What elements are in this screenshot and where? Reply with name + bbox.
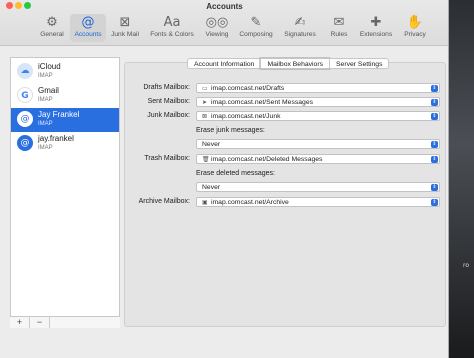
font-icon: Aa xyxy=(163,15,181,30)
toolbar: Accounts ⚙ General @ Accounts ⊠ Junk Mai… xyxy=(0,0,448,46)
document-icon: ▭ xyxy=(202,85,208,92)
glasses-icon: ◎◎ xyxy=(205,15,229,30)
trash-mailbox-row: Trash Mailbox: 🗑imap.comcast.net/Deleted… xyxy=(124,154,444,165)
account-type: IMAP xyxy=(38,97,53,103)
archive-mailbox-row: Archive Mailbox: ▣ imap.comcast.net/Archi… xyxy=(124,197,444,208)
compose-icon: ✎ xyxy=(250,15,262,30)
toolbar-label: Extensions xyxy=(359,31,393,38)
drafts-mailbox-label: Drafts Mailbox: xyxy=(143,84,190,91)
toolbar-composing[interactable]: ✎ Composing xyxy=(236,14,276,42)
select-value: imap.comcast.net/Archive xyxy=(211,199,289,206)
junk-tray-icon: ⊠ xyxy=(202,113,208,120)
account-name: jay.frankel xyxy=(38,134,74,143)
chevron-updown-icon: ⇕ xyxy=(431,113,438,120)
account-item-jay-frankel-2[interactable]: @ jay.frankel IMAP xyxy=(11,132,119,156)
archive-mailbox-label: Archive Mailbox: xyxy=(138,198,190,205)
toolbar-label: Privacy xyxy=(404,31,426,38)
at-icon: @ xyxy=(17,135,33,151)
account-list-controls: + − xyxy=(10,316,120,328)
toolbar-rules[interactable]: ✉ Rules xyxy=(324,14,354,42)
toolbar-label: Composing xyxy=(239,31,273,38)
sent-mailbox-select[interactable]: ➤ imap.comcast.net/Sent Messages ⇕ xyxy=(196,97,440,107)
account-type: IMAP xyxy=(38,73,53,79)
toolbar-accounts[interactable]: @ Accounts xyxy=(70,14,106,42)
toolbar-label: Signatures xyxy=(284,31,316,38)
erase-deleted-label: Erase deleted messages: xyxy=(196,170,275,177)
junk-mailbox-label: Junk Mailbox: xyxy=(147,112,190,119)
preferences-window: Accounts ⚙ General @ Accounts ⊠ Junk Mai… xyxy=(0,0,449,358)
trash-mailbox-select[interactable]: 🗑imap.comcast.net/Deleted Messages ⇕ xyxy=(196,154,440,164)
toolbar-label: Viewing xyxy=(205,31,229,38)
account-name: iCloud xyxy=(38,62,61,71)
puzzle-icon: ✚ xyxy=(370,15,382,30)
gear-icon: ⚙ xyxy=(46,15,58,30)
chevron-updown-icon: ⇕ xyxy=(431,141,438,148)
drafts-mailbox-select[interactable]: ▭ imap.comcast.net/Drafts ⇕ xyxy=(196,83,440,93)
toolbar-signatures[interactable]: ✍ Signatures xyxy=(280,14,320,42)
toolbar-fonts-colors[interactable]: Aa Fonts & Colors xyxy=(146,14,198,42)
window-title: Accounts xyxy=(206,2,243,11)
toolbar-label: Fonts & Colors xyxy=(150,31,194,38)
desktop-background xyxy=(448,0,474,358)
select-value: imap.comcast.net/Junk xyxy=(211,113,281,120)
chevron-updown-icon: ⇕ xyxy=(431,156,438,163)
junk-mailbox-select[interactable]: ⊠ imap.comcast.net/Junk ⇕ xyxy=(196,111,440,121)
icloud-icon: ☁ xyxy=(17,63,33,79)
erase-junk-label: Erase junk messages: xyxy=(196,127,265,134)
trash-mailbox-label: Trash Mailbox: xyxy=(144,155,190,162)
select-value: Never xyxy=(202,141,221,148)
at-icon: @ xyxy=(17,111,33,127)
toolbar-general[interactable]: ⚙ General xyxy=(36,14,68,42)
account-name: Jay Frankel xyxy=(38,110,80,119)
account-item-jay-frankel[interactable]: @ Jay Frankel IMAP xyxy=(11,108,119,132)
drafts-mailbox-row: Drafts Mailbox: ▭ imap.comcast.net/Drafts… xyxy=(124,83,444,94)
junk-mailbox-row: Junk Mailbox: ⊠ imap.comcast.net/Junk ⇕ xyxy=(124,111,444,122)
toolbar-extensions[interactable]: ✚ Extensions xyxy=(356,14,396,42)
add-account-button[interactable]: + xyxy=(10,317,30,328)
archive-box-icon: ▣ xyxy=(202,199,208,206)
sent-mailbox-row: Sent Mailbox: ➤ imap.comcast.net/Sent Mes… xyxy=(124,97,444,108)
toolbar-junk-mail[interactable]: ⊠ Junk Mail xyxy=(108,14,142,42)
toolbar-label: Junk Mail xyxy=(111,31,139,38)
toolbar-label: Accounts xyxy=(74,31,102,38)
at-icon: @ xyxy=(81,15,95,30)
toolbar-label: Rules xyxy=(330,31,348,38)
account-type: IMAP xyxy=(38,145,53,151)
toolbar-viewing[interactable]: ◎◎ Viewing xyxy=(200,14,234,42)
chevron-updown-icon: ⇕ xyxy=(431,184,438,191)
signature-icon: ✍ xyxy=(294,15,306,30)
junk-tray-icon: ⊠ xyxy=(119,15,131,30)
erase-junk-row: Never ⇕ xyxy=(124,139,444,150)
remove-account-button[interactable]: − xyxy=(30,317,50,328)
erase-deleted-select[interactable]: Never ⇕ xyxy=(196,182,440,192)
account-type: IMAP xyxy=(38,121,53,127)
account-name: Gmail xyxy=(38,86,59,95)
archive-mailbox-select[interactable]: ▣ imap.comcast.net/Archive ⇕ xyxy=(196,197,440,207)
toolbar-privacy[interactable]: ✋ Privacy xyxy=(400,14,430,42)
tab-server-settings[interactable]: Server Settings xyxy=(329,58,390,69)
account-item-gmail[interactable]: G Gmail IMAP xyxy=(11,84,119,108)
erase-deleted-row: Never ⇕ xyxy=(124,182,444,193)
select-value: imap.comcast.net/Sent Messages xyxy=(211,99,313,106)
account-item-icloud[interactable]: ☁ iCloud IMAP xyxy=(11,60,119,84)
accounts-list: ☁ iCloud IMAP G Gmail IMAP @ Jay Frankel… xyxy=(10,57,120,328)
chevron-updown-icon: ⇕ xyxy=(431,99,438,106)
toolbar-label: General xyxy=(40,31,64,38)
tab-bar: Account Information Mailbox Behaviors Se… xyxy=(187,58,390,69)
chevron-updown-icon: ⇕ xyxy=(431,85,438,92)
google-icon: G xyxy=(17,87,33,103)
select-value: imap.comcast.net/Deleted Messages xyxy=(211,156,323,163)
paper-plane-icon: ➤ xyxy=(202,99,208,106)
select-value: Never xyxy=(202,184,221,191)
sent-mailbox-label: Sent Mailbox: xyxy=(147,98,190,105)
hand-icon: ✋ xyxy=(406,15,424,30)
desktop-text-fragment: ro xyxy=(463,262,470,269)
trash-icon: 🗑 xyxy=(202,156,210,163)
select-value: imap.comcast.net/Drafts xyxy=(211,85,285,92)
rules-envelope-icon: ✉ xyxy=(333,15,345,30)
tab-account-information[interactable]: Account Information xyxy=(187,58,262,69)
tab-mailbox-behaviors[interactable]: Mailbox Behaviors xyxy=(260,58,330,69)
erase-junk-select[interactable]: Never ⇕ xyxy=(196,139,440,149)
chevron-updown-icon: ⇕ xyxy=(431,199,438,206)
